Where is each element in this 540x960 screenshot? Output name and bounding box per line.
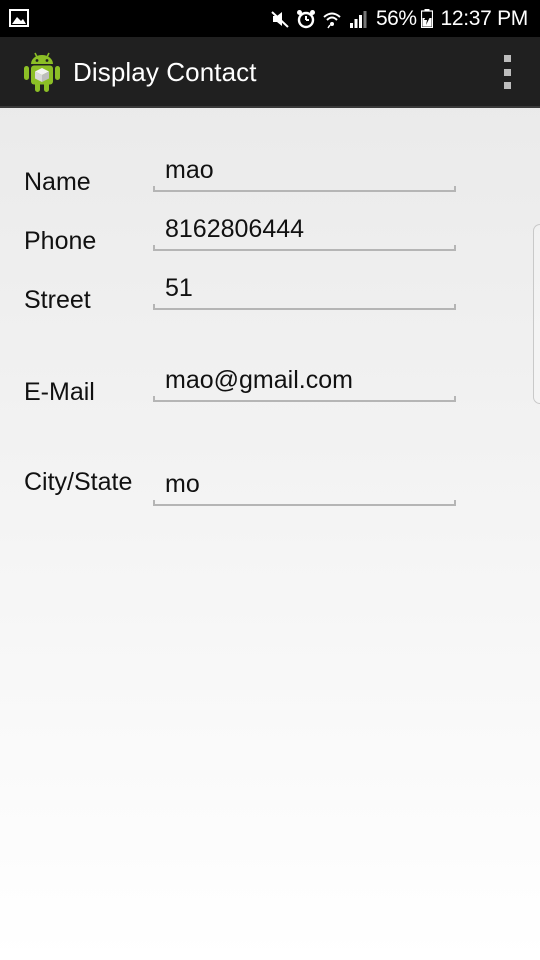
overflow-menu-icon[interactable] [502, 55, 512, 89]
city-state-input[interactable] [165, 466, 450, 502]
street-field[interactable] [153, 270, 456, 310]
signal-icon [348, 9, 368, 29]
name-input[interactable] [165, 152, 450, 188]
phone-input[interactable] [165, 211, 450, 247]
name-label: Name [24, 168, 91, 196]
city-state-field[interactable] [153, 466, 456, 506]
edge-panel-handle[interactable] [533, 224, 540, 404]
phone-label: Phone [24, 227, 97, 255]
field-underline [153, 500, 456, 506]
menu-dot [503, 68, 511, 76]
android-logo-icon[interactable] [22, 50, 62, 94]
battery-icon [420, 9, 433, 28]
battery-percent: 56% [375, 6, 417, 30]
clock: 12:37 PM [440, 6, 529, 30]
city-state-label: City/State [24, 468, 133, 496]
alarm-icon [296, 9, 316, 29]
menu-dot [503, 82, 511, 89]
status-icons: 56% 12:37 PM [270, 0, 528, 37]
email-field[interactable] [153, 362, 456, 402]
menu-dot [503, 55, 511, 62]
action-bar: Display Contact [0, 37, 540, 108]
wifi-icon [322, 9, 342, 29]
field-underline [153, 396, 456, 402]
name-field[interactable] [153, 152, 456, 192]
gallery-icon [9, 9, 29, 27]
field-underline [153, 186, 456, 192]
field-underline [153, 245, 456, 251]
field-underline [153, 304, 456, 310]
page-title: Display Contact [73, 57, 257, 87]
email-label: E-Mail [24, 378, 95, 406]
street-label: Street [24, 286, 91, 314]
mute-icon [270, 9, 290, 29]
status-bar: 56% 12:37 PM [0, 0, 540, 37]
email-input[interactable] [165, 362, 450, 398]
street-input[interactable] [165, 270, 450, 306]
phone-field[interactable] [153, 211, 456, 251]
